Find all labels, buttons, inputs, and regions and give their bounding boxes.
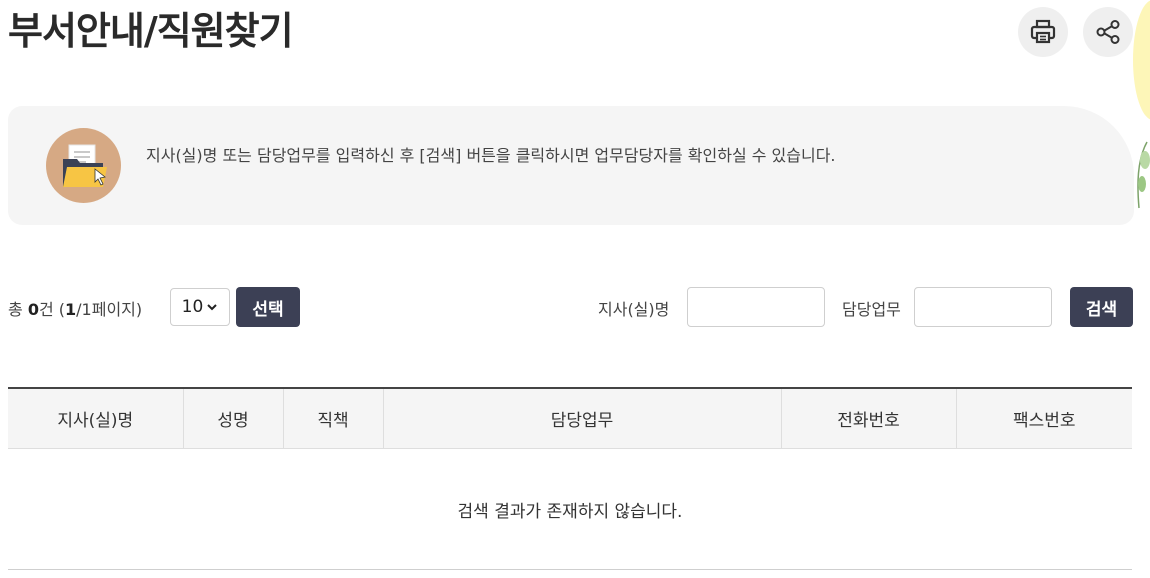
column-header: 담당업무	[382, 387, 781, 449]
share-button[interactable]	[1083, 7, 1133, 57]
info-text: 지사(실)명 또는 담당업무를 입력하신 후 [검색] 버튼을 클릭하시면 업무…	[146, 146, 836, 165]
decorative-leaf-icon	[1137, 141, 1150, 209]
empty-result-message: 검색 결과가 존재하지 않습니다.	[8, 448, 1132, 570]
search-button[interactable]: 검색	[1070, 287, 1133, 327]
total-count-text: 총 0건 (1/1페이지)	[8, 296, 142, 320]
total-prefix: 총	[8, 300, 28, 319]
duty-label: 담당업무	[842, 300, 901, 319]
column-header: 팩스번호	[955, 387, 1132, 449]
decorative-moon	[1133, 0, 1150, 120]
branch-label: 지사(실)명	[598, 300, 670, 319]
column-header: 전화번호	[780, 387, 956, 449]
select-button[interactable]: 선택	[236, 287, 300, 327]
results-table: 지사(실)명 성명 직책 담당업무 전화번호 팩스번호 검색 결과가 존재하지 …	[8, 387, 1132, 570]
column-header: 지사(실)명	[8, 387, 183, 449]
printer-icon	[1030, 19, 1056, 44]
print-button[interactable]	[1018, 7, 1068, 57]
table-header-row: 지사(실)명 성명 직책 담당업무 전화번호 팩스번호	[8, 387, 1132, 449]
info-box: 지사(실)명 또는 담당업무를 입력하신 후 [검색] 버튼을 클릭하시면 업무…	[8, 106, 1134, 225]
column-header: 직책	[282, 387, 383, 449]
folder-document-icon	[46, 128, 121, 203]
per-page-select[interactable]: 10	[170, 288, 230, 326]
total-suffix: 건 (	[38, 300, 66, 319]
list-toolbar: 총 0건 (1/1페이지) 10 선택 지사(실)명 담당업무 검색	[8, 287, 1133, 327]
total-count: 0	[27, 300, 39, 319]
share-icon	[1096, 20, 1120, 44]
page-title: 부서안내/직원찾기	[8, 9, 294, 53]
table-row: 검색 결과가 존재하지 않습니다.	[8, 448, 1132, 570]
chevron-down-icon	[207, 304, 218, 311]
per-page-value: 10	[181, 297, 204, 317]
page-suffix: 페이지)	[91, 300, 143, 319]
duty-input[interactable]	[914, 287, 1052, 327]
current-page: 1	[65, 300, 77, 319]
column-header: 성명	[182, 387, 283, 449]
branch-input[interactable]	[687, 287, 825, 327]
total-pages: 1	[81, 300, 92, 319]
